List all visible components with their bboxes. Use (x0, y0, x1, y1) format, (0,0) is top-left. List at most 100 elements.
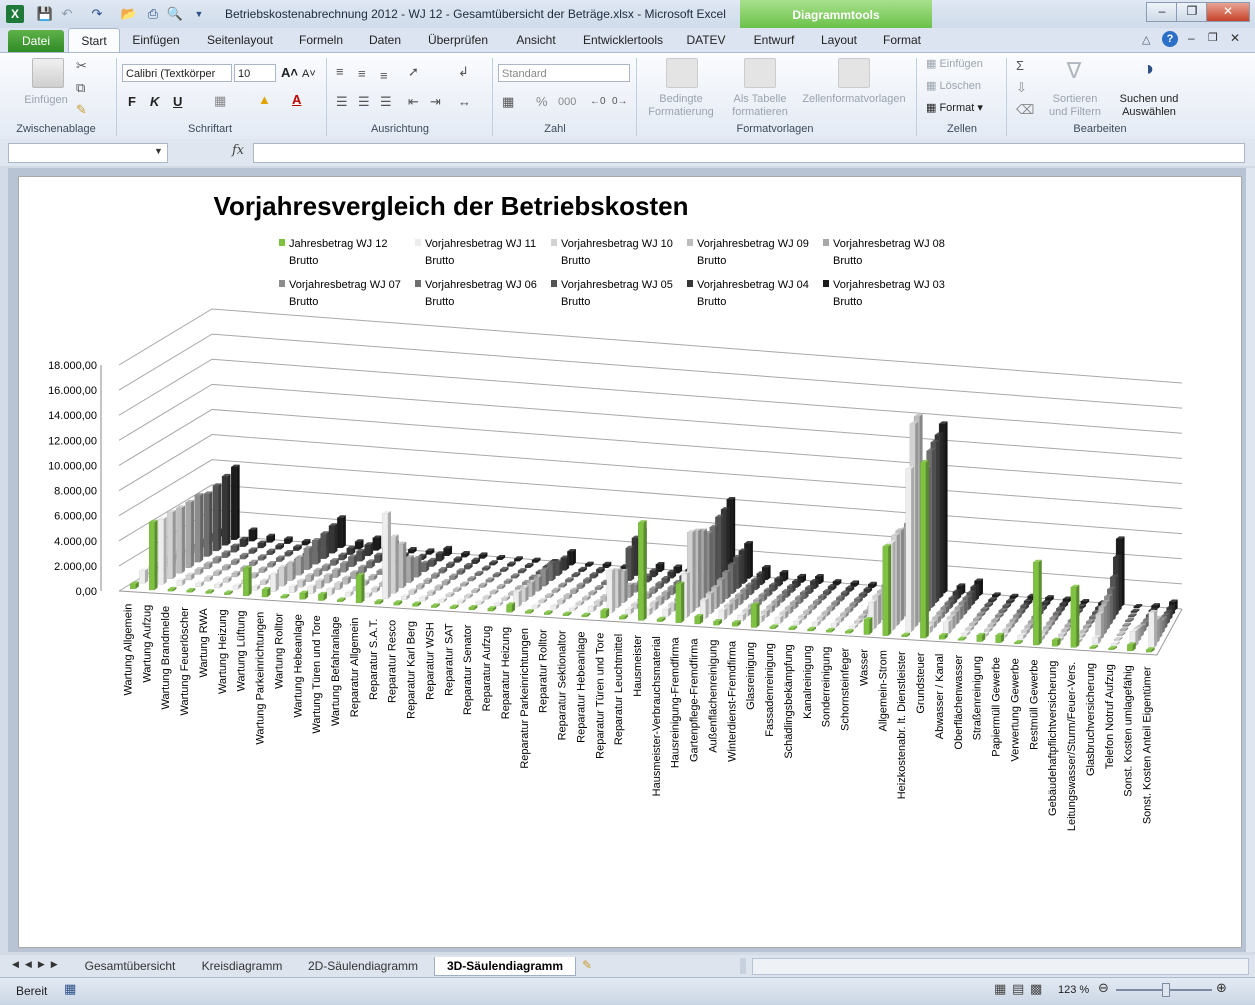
find-select-icon[interactable]: ◑ (1134, 58, 1162, 86)
zoom-out-button[interactable]: ⊖ (1098, 980, 1109, 996)
undo-icon[interactable]: ↶ (58, 6, 76, 22)
window-close-icon[interactable]: ✕ (1230, 31, 1240, 45)
chart-3d-column[interactable]: Vorjahresvergleich der Betriebskosten Ja… (18, 176, 1242, 948)
window-minimize-icon[interactable]: – (1188, 31, 1195, 45)
tab-developer[interactable]: Entwicklertools (574, 28, 672, 52)
align-middle-icon[interactable]: ≡ (358, 66, 366, 82)
excel-app-icon[interactable]: X (6, 5, 24, 23)
grow-font-icon[interactable]: A˄ (281, 65, 298, 81)
insert-cells-button[interactable]: ▦ Einfügen (926, 58, 1002, 71)
thousands-button[interactable]: 000 (558, 94, 576, 110)
format-cells-button[interactable]: ▦ Format ▾ (926, 102, 1002, 115)
format-as-table-label-2[interactable]: formatieren (722, 106, 798, 119)
sort-filter-label-1[interactable]: Sortieren (1040, 93, 1110, 106)
sheet-tab-pie-chart[interactable]: Kreisdiagramm (192, 957, 292, 975)
conditional-formatting-label-1[interactable]: Bedingte (640, 93, 722, 106)
decrease-indent-icon[interactable]: ⇤ (408, 94, 419, 110)
tab-review[interactable]: Überprüfen (418, 28, 498, 52)
conditional-formatting-label-2[interactable]: Formatierung (640, 106, 722, 119)
save-icon[interactable]: 💾 (36, 6, 54, 22)
window-restore-icon[interactable]: ❐ (1208, 31, 1218, 44)
underline-button[interactable]: U (173, 94, 182, 110)
format-as-table-icon[interactable] (744, 58, 776, 88)
name-box-dropdown-icon[interactable]: ▼ (154, 146, 163, 156)
tab-design[interactable]: Entwurf (744, 28, 804, 52)
cell-styles-label[interactable]: Zellenformatvorlagen (798, 93, 910, 106)
clear-icon[interactable]: ⌫ (1016, 102, 1034, 118)
formula-input[interactable] (253, 143, 1245, 163)
bold-button[interactable]: F (128, 94, 136, 110)
page-layout-view-icon[interactable]: ▤ (1012, 981, 1024, 997)
tab-view[interactable]: Ansicht (506, 28, 566, 52)
italic-button[interactable]: K (150, 94, 159, 110)
font-size-select[interactable]: 10 (234, 64, 276, 82)
align-top-icon[interactable]: ≡ (336, 64, 344, 80)
print-preview-icon[interactable]: 🔍 (166, 6, 184, 22)
tab-layout[interactable]: Layout (810, 28, 868, 52)
insert-function-button[interactable]: fx (232, 143, 244, 158)
tab-start[interactable]: Start (68, 28, 120, 53)
print-icon[interactable]: ⎙ (144, 6, 162, 22)
sheet-tab-3d-column-chart[interactable]: 3D-Säulendiagramm (434, 957, 576, 976)
align-center-icon[interactable]: ☰ (358, 94, 370, 110)
align-bottom-icon[interactable]: ≡ (380, 68, 388, 84)
sheet-tab-2d-column-chart[interactable]: 2D-Säulendiagramm (296, 957, 430, 975)
currency-icon[interactable]: ▦ (502, 94, 514, 110)
tab-datev[interactable]: DATEV (680, 28, 732, 52)
tab-formulas[interactable]: Formeln (292, 28, 350, 52)
vertical-scrollbar[interactable] (1246, 168, 1255, 952)
help-icon[interactable]: ? (1162, 31, 1178, 47)
tab-page-layout[interactable]: Seitenlayout (198, 28, 282, 52)
shrink-font-icon[interactable]: A˅ (302, 66, 316, 82)
sheet-navigation-arrows[interactable]: ◀◀▶▶ (12, 959, 64, 970)
maximize-button[interactable]: ❐ (1176, 2, 1208, 22)
number-format-select[interactable]: Standard (498, 64, 630, 82)
tab-file[interactable]: Datei (8, 30, 64, 52)
page-break-view-icon[interactable]: ▩ (1030, 981, 1042, 997)
paste-label[interactable]: Einfügen (16, 94, 76, 107)
fill-color-icon[interactable]: ▲ (258, 92, 271, 108)
zoom-level[interactable]: 123 % (1058, 984, 1089, 996)
normal-view-icon[interactable]: ▦ (994, 981, 1006, 997)
tab-split-handle[interactable] (740, 958, 746, 974)
redo-icon[interactable]: ↷ (88, 6, 106, 22)
horizontal-scrollbar[interactable] (752, 958, 1249, 975)
close-button[interactable]: ✕ (1206, 2, 1250, 22)
copy-icon[interactable]: ⧉ (76, 80, 85, 96)
paste-icon[interactable] (32, 58, 64, 88)
macro-record-icon[interactable]: ▦ (64, 981, 76, 997)
zoom-in-button[interactable]: ⊕ (1216, 980, 1227, 996)
conditional-formatting-icon[interactable] (666, 58, 698, 88)
align-right-icon[interactable]: ☰ (380, 94, 392, 110)
cell-styles-icon[interactable] (838, 58, 870, 88)
insert-sheet-icon[interactable]: ✎ (582, 958, 592, 972)
increase-indent-icon[interactable]: ⇥ (430, 94, 441, 110)
font-color-icon[interactable]: A (292, 92, 301, 108)
increase-decimal-icon[interactable]: ←0 (590, 94, 606, 110)
customize-toolbar-icon[interactable]: ▼ (190, 6, 208, 22)
open-folder-icon[interactable]: 📂 (120, 6, 138, 22)
tab-format[interactable]: Format (874, 28, 930, 52)
decrease-decimal-icon[interactable]: 0→ (612, 94, 628, 110)
cut-icon[interactable]: ✂ (76, 58, 87, 74)
align-left-icon[interactable]: ☰ (336, 94, 348, 110)
sort-filter-icon[interactable]: ∇ (1060, 58, 1088, 86)
zoom-slider-thumb[interactable] (1162, 983, 1170, 997)
autosum-icon[interactable]: Σ (1016, 58, 1024, 74)
find-select-label-1[interactable]: Suchen und (1112, 93, 1186, 106)
tab-insert[interactable]: Einfügen (124, 28, 188, 52)
minimize-button[interactable]: – (1146, 2, 1178, 22)
sort-filter-label-2[interactable]: und Filtern (1040, 106, 1110, 119)
percent-button[interactable]: % (536, 94, 548, 110)
wrap-text-icon[interactable]: ↲ (458, 64, 469, 80)
delete-cells-button[interactable]: ▦ Löschen (926, 80, 1002, 93)
tab-data[interactable]: Daten (360, 28, 410, 52)
sheet-tab-overview[interactable]: Gesamtübersicht (72, 957, 188, 975)
name-box[interactable] (8, 143, 168, 163)
border-icon[interactable]: ▦ (214, 93, 226, 109)
merge-center-icon[interactable]: ↔ (458, 94, 471, 110)
format-painter-icon[interactable]: ✎ (76, 102, 87, 118)
format-as-table-label-1[interactable]: Als Tabelle (722, 93, 798, 106)
orientation-icon[interactable]: ➚ (408, 64, 419, 80)
ribbon-collapse-icon[interactable]: △ (1142, 33, 1150, 46)
